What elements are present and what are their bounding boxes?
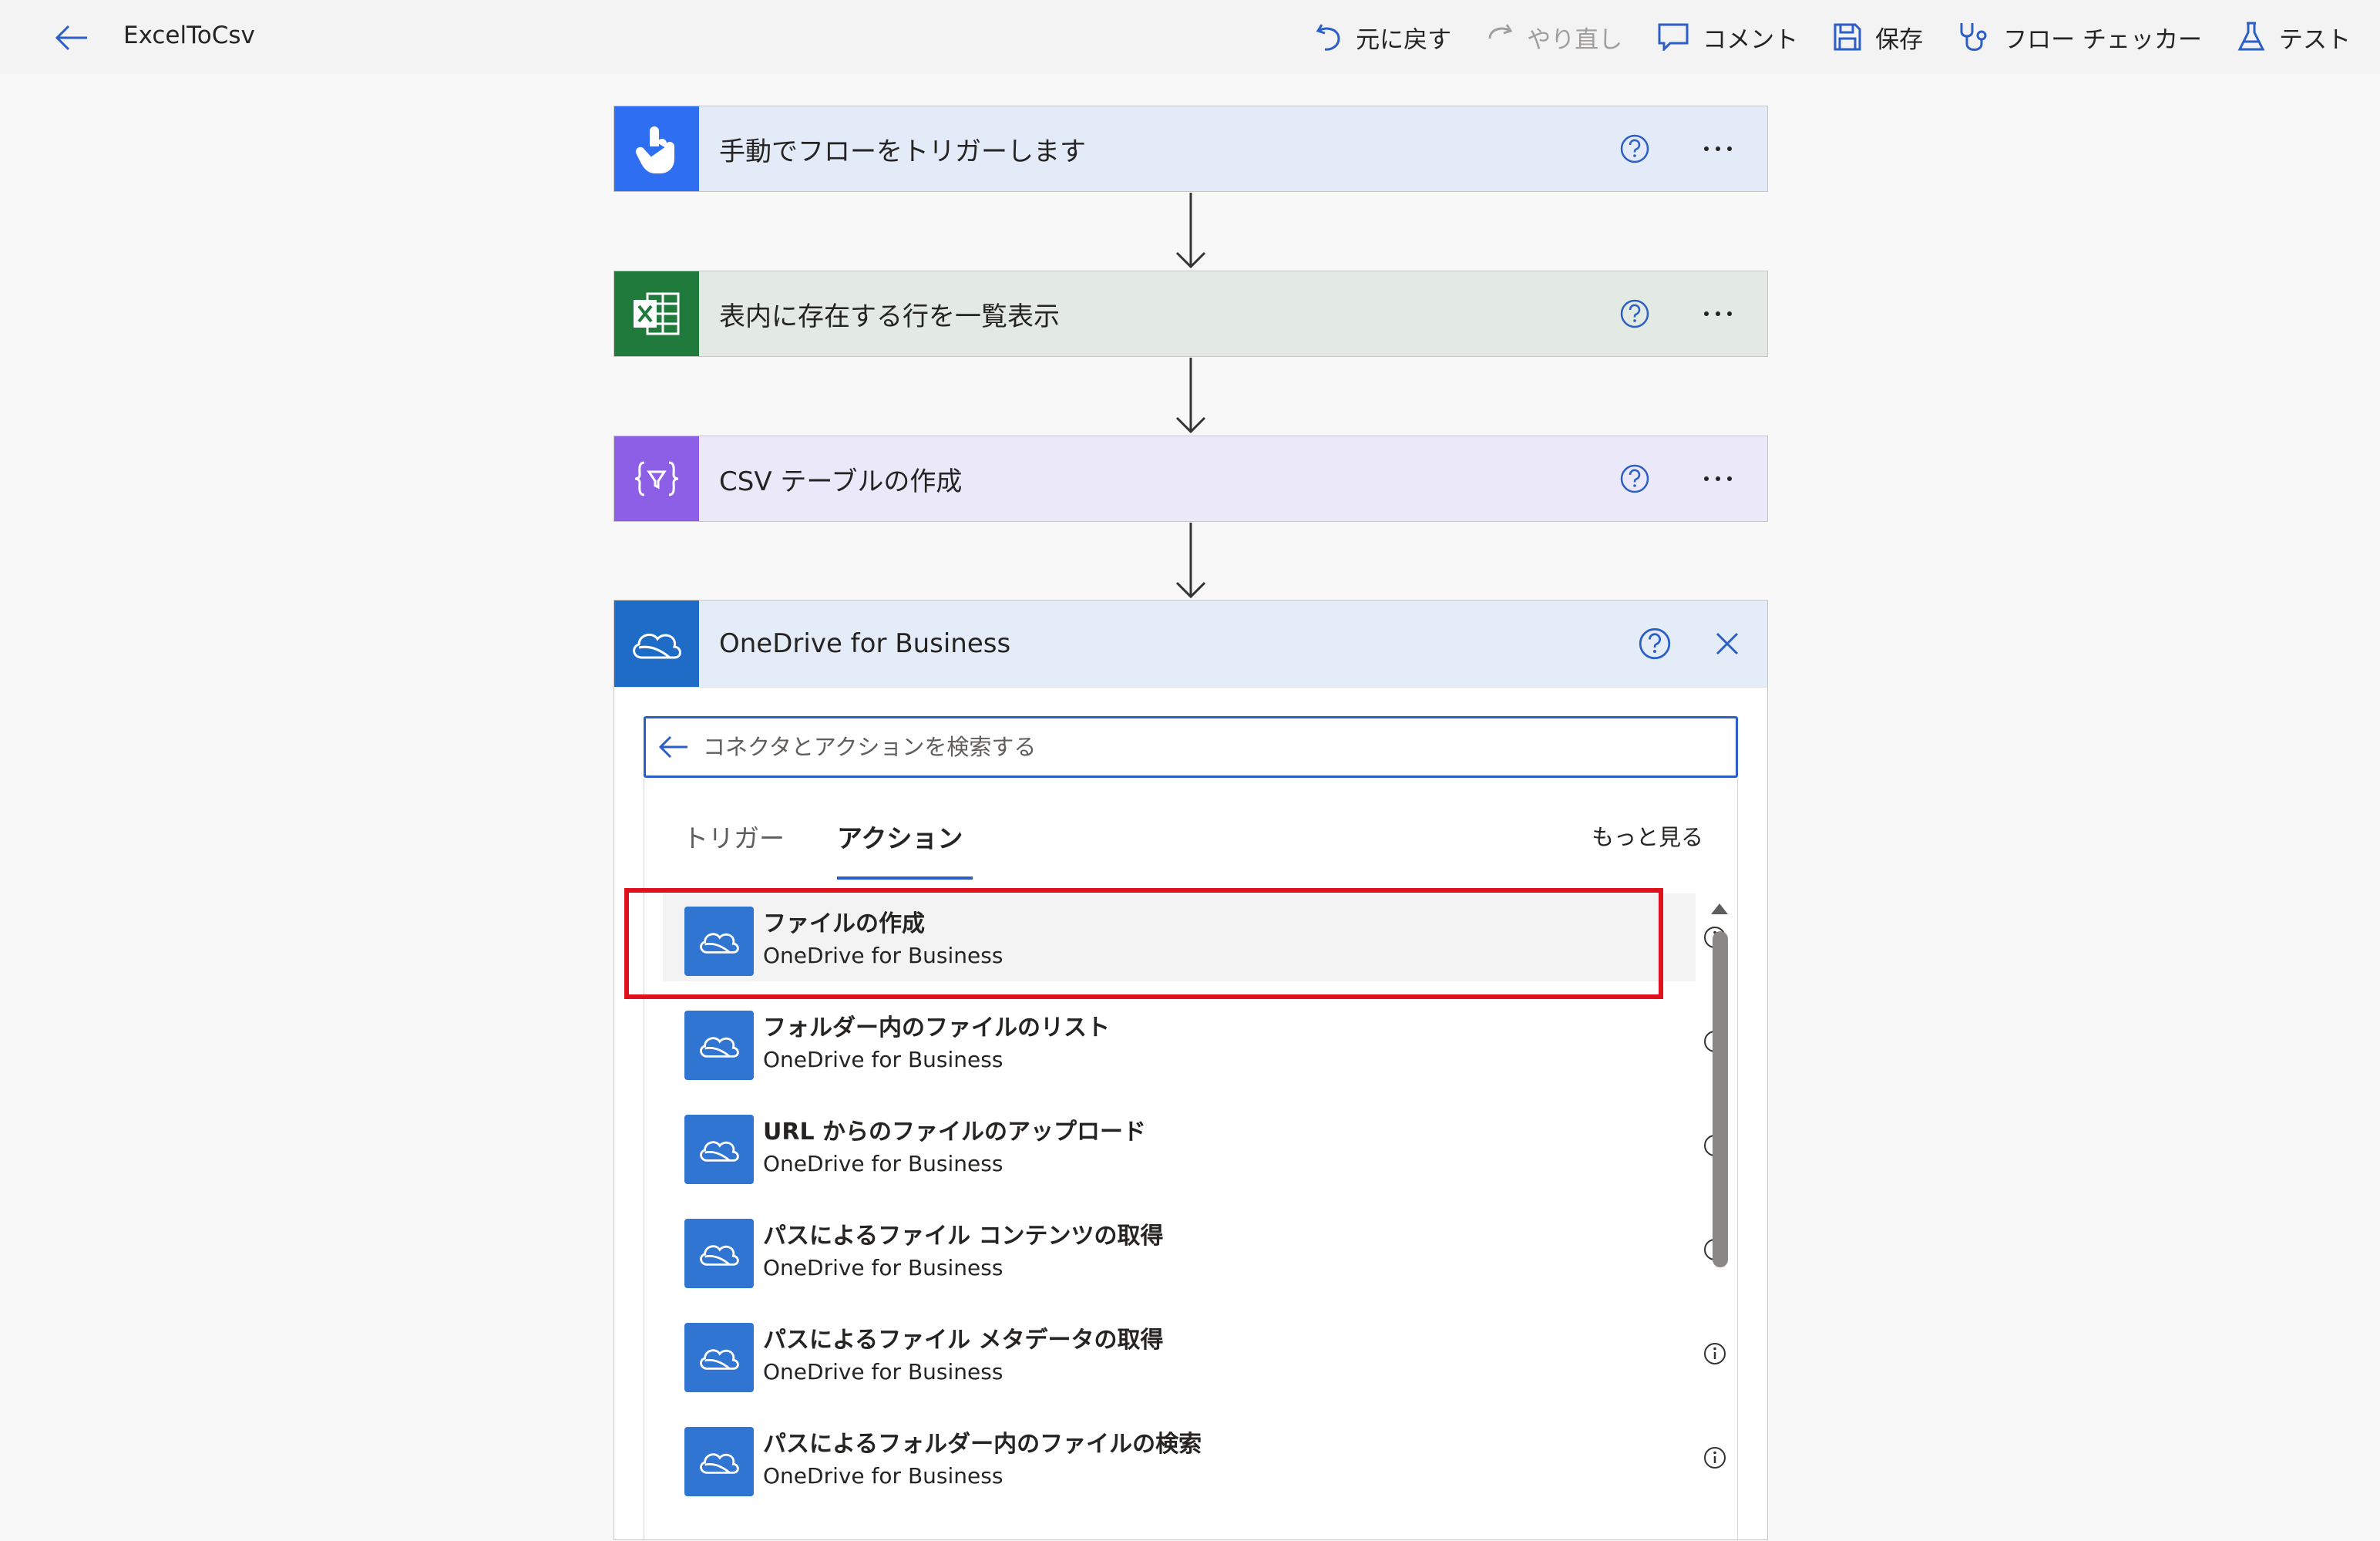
onedrive-icon	[684, 1219, 754, 1288]
info-icon[interactable]	[1703, 1342, 1726, 1365]
info-icon[interactable]	[1703, 1446, 1726, 1469]
comment-button[interactable]: コメント	[1658, 20, 1798, 55]
help-icon	[1620, 299, 1649, 328]
redo-icon	[1488, 24, 1513, 39]
more-options-button[interactable]	[1696, 311, 1740, 316]
flow-title: ExcelToCsv	[123, 22, 255, 49]
see-more-link[interactable]: もっと見る	[1592, 819, 1703, 852]
search-box	[644, 716, 1738, 778]
action-item[interactable]: ファイルの作成 OneDrive for Business	[663, 893, 1726, 981]
touch-icon	[614, 106, 699, 191]
redo-label: やり直し	[1527, 25, 1623, 54]
action-item[interactable]: フォルダー内のファイルのリスト OneDrive for Business	[663, 998, 1726, 1085]
close-button[interactable]	[1712, 628, 1743, 659]
connector-header: OneDrive for Business	[614, 601, 1767, 688]
onedrive-icon	[684, 1115, 754, 1184]
redo-button[interactable]: やり直し	[1487, 20, 1622, 55]
onedrive-icon	[684, 1427, 754, 1496]
more-options-button[interactable]	[1696, 146, 1740, 151]
flow-checker-label: フロー チェッカー	[2003, 25, 2202, 54]
save-icon	[1834, 23, 1861, 51]
stethoscope-icon	[1960, 23, 1987, 51]
action-title: URL からのファイルのアップロード	[763, 1119, 1147, 1146]
back-arrow-icon	[55, 25, 87, 51]
action-item[interactable]: パスによるフォルダー内のファイルの検索 OneDrive for Busines…	[663, 1414, 1726, 1502]
step-manual-trigger[interactable]: 手動でフローをトリガーします	[613, 106, 1768, 192]
command-bar: ExcelToCsv 元に戻す やり直し コメント 保存 フロー チェッカー テ…	[0, 0, 2380, 74]
action-connector: OneDrive for Business	[763, 1359, 1003, 1385]
step-create-csv[interactable]: CSV テーブルの作成	[613, 436, 1768, 522]
step-label: CSV テーブルの作成	[719, 466, 963, 497]
action-item[interactable]: パスによるファイル メタデータの取得 OneDrive for Business	[663, 1310, 1726, 1398]
action-title: フォルダー内のファイルのリスト	[763, 1014, 1110, 1041]
action-list-area: トリガー アクション もっと見る ファイルの作成 OneDrive for Bu…	[644, 778, 1738, 1541]
help-button[interactable]	[1638, 627, 1672, 661]
connector-arrow	[1175, 523, 1206, 599]
step-list-rows[interactable]: 表内に存在する行を一覧表示	[613, 271, 1768, 357]
onedrive-icon	[614, 601, 699, 687]
search-back-button[interactable]	[646, 735, 701, 759]
beaker-icon	[2237, 22, 2265, 51]
close-icon	[1716, 632, 1739, 655]
test-button[interactable]: テスト	[2237, 20, 2351, 55]
help-button[interactable]	[1619, 298, 1650, 329]
back-arrow-icon	[658, 735, 687, 759]
onedrive-icon	[684, 907, 754, 976]
action-title: パスによるファイル メタデータの取得	[763, 1327, 1164, 1354]
action-title: ファイルの作成	[763, 910, 925, 937]
connector-title: OneDrive for Business	[719, 628, 1011, 659]
scrollbar-thumb[interactable]	[1713, 931, 1728, 1267]
test-label: テスト	[2279, 25, 2351, 54]
step-label: 手動でフローをトリガーします	[719, 136, 1086, 167]
action-title: パスによるフォルダー内のファイルの検索	[763, 1431, 1202, 1458]
onedrive-icon	[684, 1011, 754, 1080]
help-icon	[1620, 464, 1649, 493]
flow-checker-button[interactable]: フロー チェッカー	[1958, 20, 2202, 55]
comment-icon	[1658, 23, 1689, 51]
onedrive-icon	[684, 1323, 754, 1392]
help-icon	[1620, 134, 1649, 163]
undo-button[interactable]: 元に戻す	[1316, 20, 1451, 55]
action-item[interactable]: URL からのファイルのアップロード OneDrive for Business	[663, 1102, 1726, 1189]
save-button[interactable]: 保存	[1834, 20, 1923, 55]
connector-arrow	[1175, 358, 1206, 434]
toolbar: 元に戻す やり直し コメント 保存 フロー チェッカー テスト	[1316, 0, 2351, 74]
action-connector: OneDrive for Business	[763, 943, 1003, 968]
data-operation-icon	[614, 436, 699, 521]
step-label: 表内に存在する行を一覧表示	[719, 301, 1060, 332]
more-options-button[interactable]	[1696, 476, 1740, 481]
help-button[interactable]	[1619, 463, 1650, 494]
connector-panel: OneDrive for Business トリガー アクション もっと見る	[613, 600, 1768, 1541]
save-label: 保存	[1875, 25, 1924, 54]
connector-arrow	[1175, 193, 1206, 269]
scroll-up-arrow[interactable]	[1711, 903, 1728, 914]
action-connector: OneDrive for Business	[763, 1151, 1003, 1176]
comment-label: コメント	[1703, 25, 1799, 54]
action-connector: OneDrive for Business	[763, 1255, 1003, 1280]
action-title: パスによるファイル コンテンツの取得	[763, 1223, 1164, 1250]
help-icon	[1639, 628, 1671, 660]
help-button[interactable]	[1619, 133, 1650, 164]
active-tab-indicator	[837, 876, 973, 880]
excel-icon	[614, 271, 699, 356]
back-button[interactable]	[51, 17, 92, 59]
undo-label: 元に戻す	[1356, 25, 1452, 54]
action-connector: OneDrive for Business	[763, 1463, 1003, 1489]
tab-triggers[interactable]: トリガー	[683, 818, 785, 855]
action-connector: OneDrive for Business	[763, 1047, 1003, 1072]
undo-icon	[1316, 24, 1340, 51]
action-item[interactable]: パスによるファイル コンテンツの取得 OneDrive for Business	[663, 1206, 1726, 1294]
tab-actions[interactable]: アクション	[837, 818, 963, 855]
search-input[interactable]	[701, 733, 1736, 761]
